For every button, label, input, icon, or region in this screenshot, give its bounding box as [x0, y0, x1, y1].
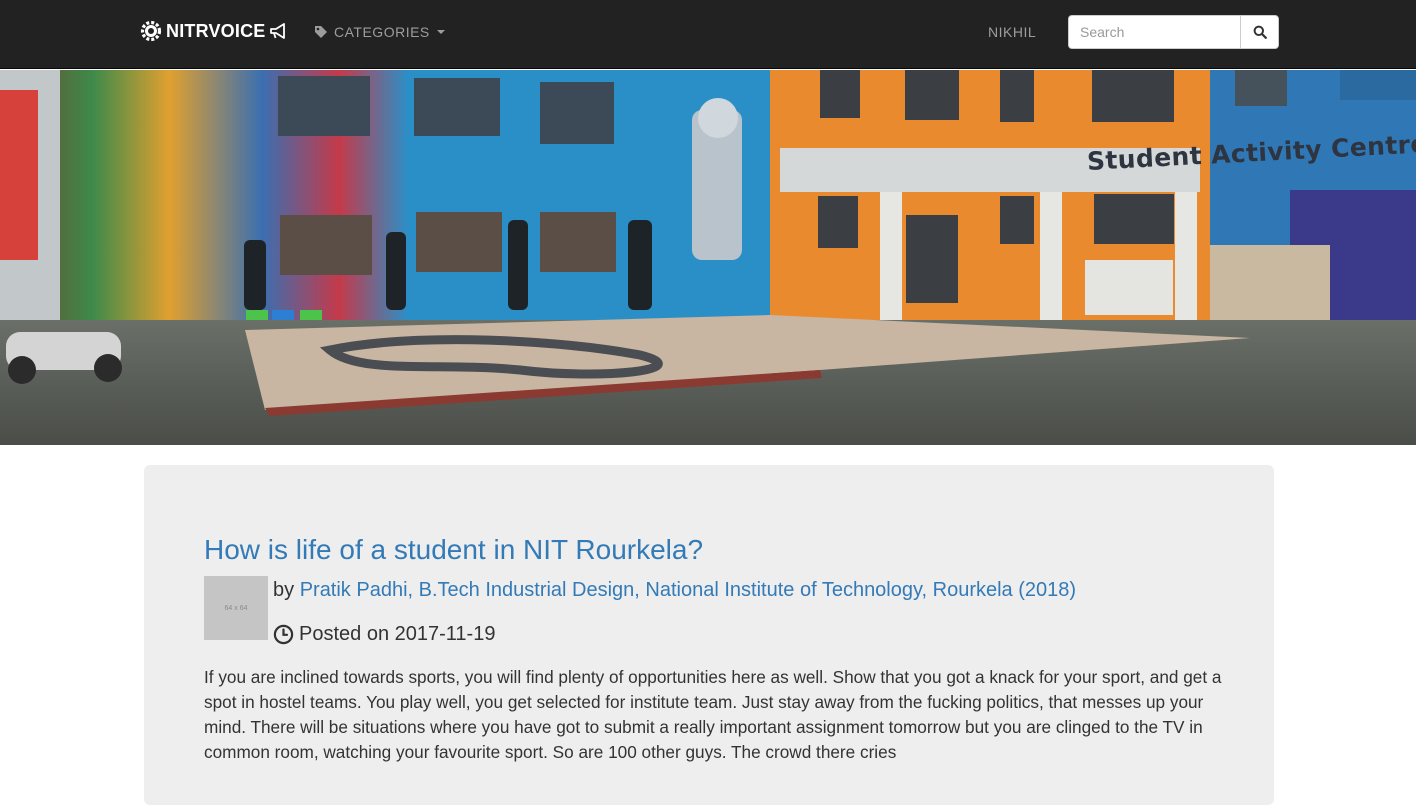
megaphone-icon: [270, 23, 286, 39]
categories-dropdown[interactable]: CATEGORIES: [314, 22, 445, 42]
search-form: [1068, 15, 1279, 49]
hero-banner-image: Student Activity Centre: [0, 70, 1416, 445]
posted-label: Posted on 2017-11-19: [299, 623, 496, 645]
post-date: Posted on 2017-11-19: [273, 621, 495, 647]
author-thumbnail: 64 x 64: [204, 576, 268, 640]
clock-icon: [273, 624, 294, 644]
brand-name: NITRVOICE: [166, 20, 266, 41]
search-input[interactable]: [1068, 15, 1240, 49]
user-menu[interactable]: NIKHIL: [988, 22, 1036, 42]
author-link[interactable]: Pratik Padhi, B.Tech Industrial Design, …: [300, 579, 1076, 601]
post-byline: by Pratik Padhi, B.Tech Industrial Desig…: [273, 577, 1076, 603]
search-icon: [1253, 25, 1267, 39]
post-excerpt: If you are inclined towards sports, you …: [204, 667, 1222, 762]
post-title-link[interactable]: How is life of a student in NIT Rourkela…: [204, 532, 703, 568]
gear-icon: [140, 20, 162, 42]
search-button[interactable]: [1240, 15, 1279, 49]
navbar: NITRVOICE CATEGORIES NIKHIL: [0, 0, 1416, 69]
thumbnail-placeholder-text: 64 x 64: [224, 604, 248, 612]
tags-icon: [315, 26, 327, 38]
categories-label: CATEGORIES: [334, 24, 430, 40]
byline-prefix: by: [273, 579, 295, 601]
brand-link[interactable]: NITRVOICE: [139, 18, 289, 44]
chevron-down-icon: [436, 30, 445, 34]
